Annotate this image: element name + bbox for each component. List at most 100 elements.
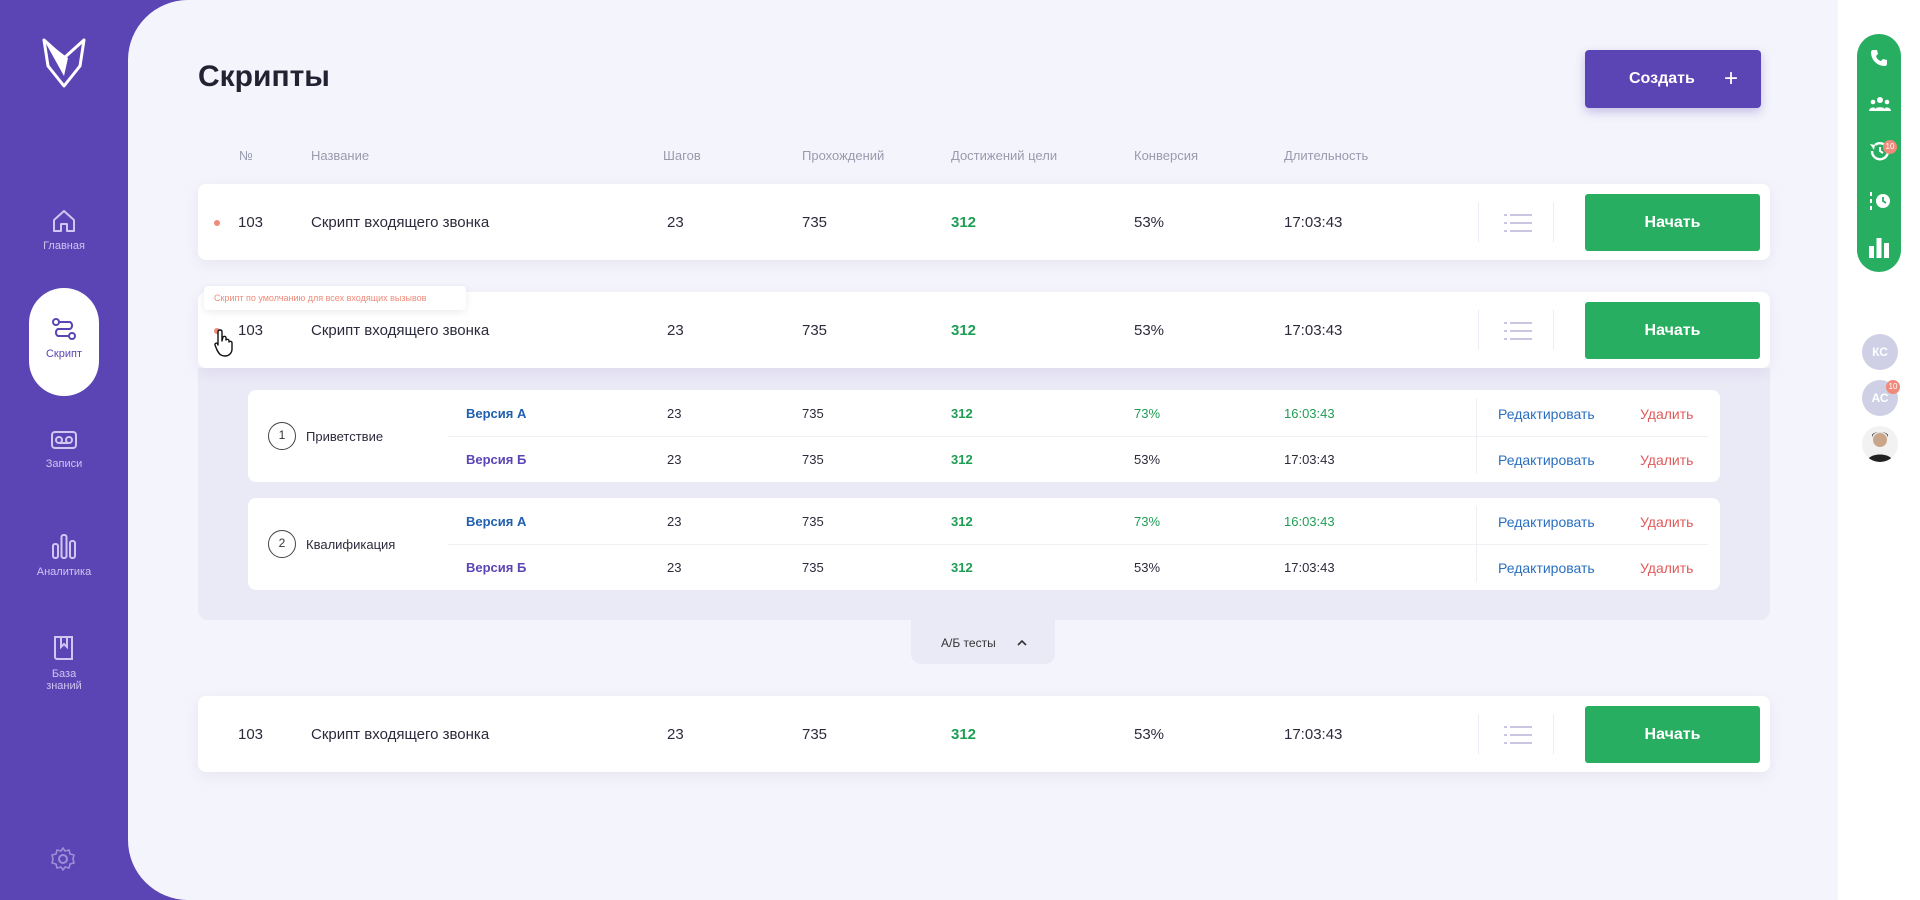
list-icon[interactable] [1504,212,1532,234]
divider [1553,202,1554,242]
edit-link[interactable]: Редактировать [1498,514,1595,530]
divider [1553,310,1554,350]
row-number: 103 [238,726,264,743]
start-button[interactable]: Начать [1585,706,1760,763]
sidebar-item-label: База [51,668,77,680]
version-label: Версия Б [466,560,527,575]
book-icon [54,636,73,660]
row-steps: 23 [667,214,684,231]
version-conversion: 53% [1134,452,1161,467]
delete-link[interactable]: Удалить [1640,514,1693,530]
version-conversion: 73% [1134,406,1161,421]
column-header: Конверсия [1134,148,1199,163]
row-passes: 735 [802,214,828,231]
row-conversion: 53% [1134,214,1165,231]
row-number: 103 [238,322,264,339]
hand-cursor-icon [214,329,233,357]
row-goals: 312 [951,726,977,743]
delete-link[interactable]: Удалить [1640,406,1693,422]
table-row[interactable]: 103 Скрипт входящего звонка 23 735 312 5… [198,184,1770,260]
column-header: Прохождений [802,148,885,163]
list-icon[interactable] [1504,320,1532,342]
start-button[interactable]: Начать [1585,302,1760,359]
divider [1478,202,1479,242]
create-button-label: Создать [1629,70,1695,87]
version-passes: 735 [802,452,824,467]
table-row[interactable]: 103 Скрипт входящего звонка 23 735 312 5… [198,696,1770,772]
sidebar-item-script[interactable]: Скрипт [29,288,99,396]
row-passes: 735 [802,726,828,743]
sidebar-item-home[interactable]: Главная [0,208,128,252]
version-duration: 16:03:43 [1284,514,1335,529]
version-steps: 23 [667,560,682,575]
user-photo-icon [1862,426,1898,462]
divider [1478,310,1479,350]
delete-link[interactable]: Удалить [1640,560,1693,576]
row-name: Скрипт входящего звонка [311,214,490,231]
ab-step-card: 1 Приветствие Версия А 23 735 312 73% 16… [248,390,1720,482]
avatar[interactable]: КС [1862,334,1898,370]
version-goals: 312 [951,406,973,421]
version-label: Версия Б [466,452,527,467]
chevron-up-icon [1017,639,1027,646]
notification-badge: 10 [1883,140,1897,154]
version-row: Версия А 23 735 312 73% 16:03:43 Редакти… [248,390,1720,436]
avatar-photo[interactable] [1862,426,1898,462]
divider [1478,714,1479,754]
fox-logo-icon[interactable] [40,36,88,88]
home-icon [53,210,75,232]
timeline-clock-icon[interactable] [1869,190,1891,212]
bar-chart-icon [52,534,76,559]
divider [1553,714,1554,754]
column-header: Название [311,148,370,163]
sidebar-item-records[interactable]: Записи [0,428,128,470]
gear-icon[interactable] [50,846,76,872]
start-button[interactable]: Начать [1585,194,1760,251]
row-name: Скрипт входящего звонка [311,322,490,339]
sidebar-item-analytics[interactable]: Аналитика [0,532,128,578]
ab-tests-toggle[interactable]: А/Б тесты [911,620,1055,664]
sidebar-item-knowledge-base[interactable]: База знаний [0,634,128,692]
left-sidebar: Главная Скрипт Записи Аналитика База зна… [0,0,128,900]
users-icon[interactable] [1869,96,1891,112]
quick-actions-bar: 10 [1857,34,1901,272]
version-passes: 735 [802,406,824,421]
edit-link[interactable]: Редактировать [1498,560,1595,576]
version-steps: 23 [667,514,682,529]
ab-tests-label: А/Б тесты [941,636,996,650]
row-passes: 735 [802,322,828,339]
version-conversion: 73% [1134,514,1161,529]
bar-chart-icon[interactable] [1869,236,1889,258]
version-goals: 312 [951,452,973,467]
column-header: Длительность [1284,148,1369,163]
sidebar-item-label: знаний [46,680,82,692]
version-conversion: 53% [1134,560,1161,575]
tooltip: Скрипт по умолчанию для всех входящих вы… [204,286,466,310]
version-row: Версия Б 23 735 312 53% 17:03:43 Редакти… [248,436,1720,482]
version-duration: 17:03:43 [1284,560,1335,575]
delete-link[interactable]: Удалить [1640,452,1693,468]
row-duration: 17:03:43 [1284,726,1343,743]
create-button[interactable]: Создать + [1585,50,1761,108]
row-conversion: 53% [1134,322,1165,339]
ab-step-card: 2 Квалификация Версия А 23 735 312 73% 1… [248,498,1720,590]
row-duration: 17:03:43 [1284,322,1343,339]
sidebar-item-label: Главная [43,240,85,252]
edit-link[interactable]: Редактировать [1498,406,1595,422]
phone-icon[interactable] [1869,48,1889,68]
row-goals: 312 [951,322,977,339]
row-conversion: 53% [1134,726,1165,743]
notification-badge: 10 [1886,380,1900,394]
plus-icon: + [1724,65,1739,92]
version-label: Версия А [466,406,527,421]
version-passes: 735 [802,514,824,529]
column-header: Шагов [663,148,701,163]
list-icon[interactable] [1504,724,1532,746]
edit-link[interactable]: Редактировать [1498,452,1595,468]
row-steps: 23 [667,726,684,743]
version-duration: 17:03:43 [1284,452,1335,467]
row-number: 103 [238,214,264,231]
version-steps: 23 [667,406,682,421]
version-row: Версия А 23 735 312 73% 16:03:43 Редакти… [248,498,1720,544]
sidebar-item-label: Записи [45,458,83,470]
